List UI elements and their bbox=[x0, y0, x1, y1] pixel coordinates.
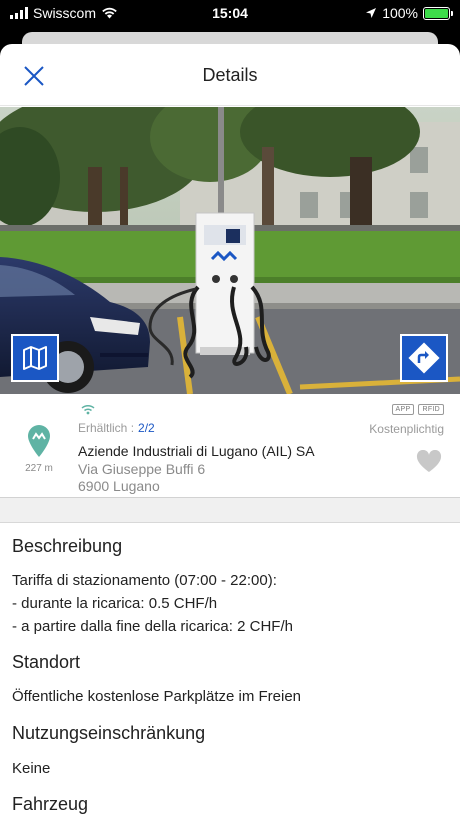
station-info[interactable]: 227 m Erhältlich :2/2 APP RFID Kostenpli… bbox=[0, 394, 460, 498]
directions-button[interactable] bbox=[400, 334, 448, 382]
street-address: Via Giuseppe Buffi 6 bbox=[78, 461, 206, 477]
connectivity-icon bbox=[81, 404, 95, 415]
location-text: Öffentliche kostenlose Parkplätze im Fre… bbox=[12, 688, 302, 705]
description-heading: Beschreibung bbox=[12, 536, 123, 556]
battery-icon bbox=[423, 6, 453, 20]
availability-label: Erhältlich : bbox=[78, 421, 135, 435]
restriction-heading: Nutzungseinschränkung bbox=[12, 723, 206, 743]
page-title: Details bbox=[202, 65, 258, 85]
location-arrow-icon bbox=[366, 8, 377, 18]
payment-badges: APP RFID bbox=[391, 404, 444, 415]
city-address: 6900 Lugano bbox=[78, 478, 160, 494]
details-card: Details 227 m Erhältlich: 2/2 APP RFID … bbox=[0, 44, 460, 818]
status-right: 100% bbox=[365, 5, 453, 21]
availability: Erhältlich :2/2 bbox=[78, 421, 155, 435]
operator-name: Aziende Industriali di Lugano (AIL) SA bbox=[78, 443, 315, 459]
map-button[interactable] bbox=[11, 334, 59, 382]
cost-label: Kostenplichtig bbox=[369, 422, 444, 436]
distance-label: 227 m bbox=[25, 463, 53, 474]
directions-icon bbox=[408, 342, 440, 374]
availability-count: 2/2 bbox=[138, 421, 155, 435]
rfid-badge: RFID bbox=[418, 404, 444, 415]
description-line-2: - durante la ricarica: 0.5 CHF/h bbox=[12, 595, 218, 612]
vehicle-heading: Fahrzeug bbox=[12, 794, 89, 814]
app-badge: APP bbox=[391, 404, 415, 415]
battery-percent: 100% bbox=[382, 5, 418, 21]
map-icon bbox=[23, 346, 47, 370]
station-photo bbox=[0, 107, 460, 394]
location-pin-icon bbox=[28, 425, 50, 457]
section-divider bbox=[0, 498, 460, 523]
charging-station-image bbox=[0, 107, 460, 394]
description-line-3: - a partire dalla fine della ricarica: 2… bbox=[12, 618, 293, 635]
description-line-1: Tariffa di stazionamento (07:00 - 22:00)… bbox=[12, 572, 277, 589]
favorite-heart-icon[interactable] bbox=[416, 450, 442, 474]
location-heading: Standort bbox=[12, 652, 81, 672]
restriction-text: Keine bbox=[12, 760, 51, 777]
status-bar: Swisscom 15:04 100% bbox=[0, 0, 460, 26]
navigation-bar: Details bbox=[0, 44, 460, 106]
